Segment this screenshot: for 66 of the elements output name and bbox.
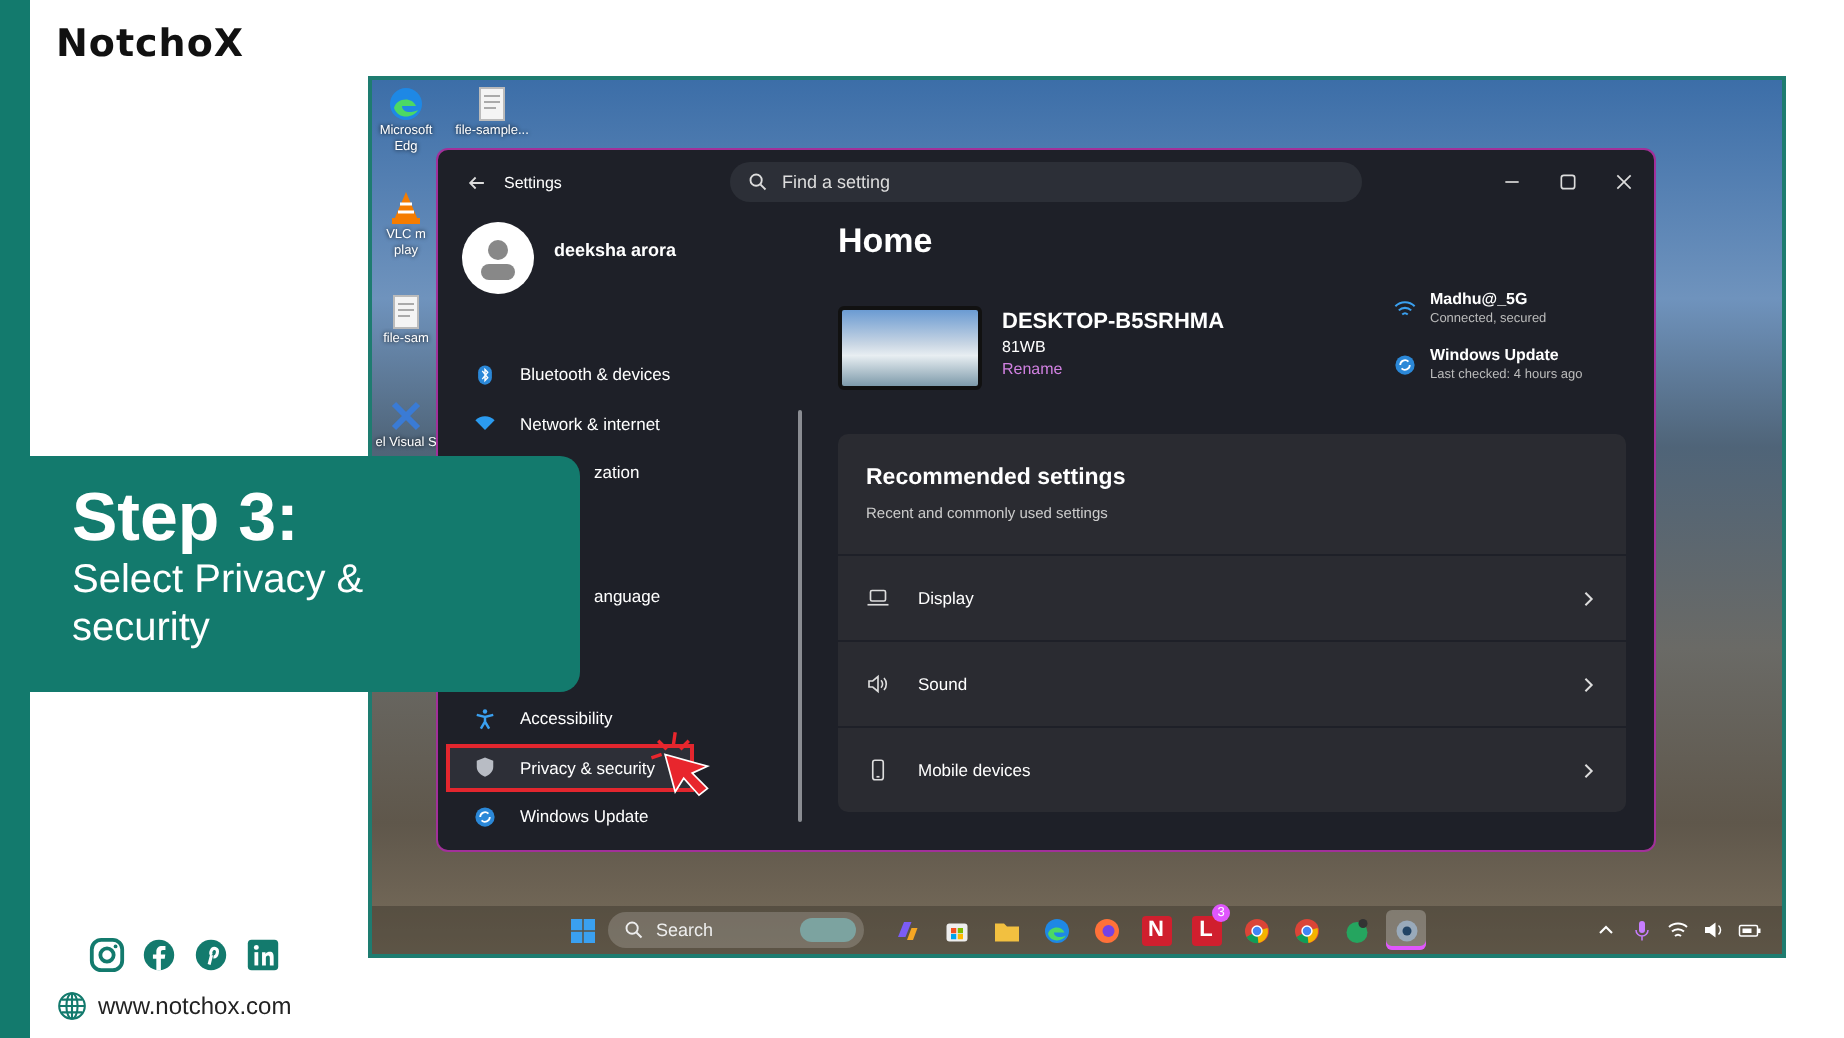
linkedin-icon[interactable]: [244, 936, 282, 974]
shield-icon: [474, 756, 496, 779]
chevron-right-icon: [1580, 589, 1598, 607]
person-icon: [474, 707, 496, 730]
status-title: Windows Update: [1430, 346, 1561, 364]
laptop-icon: [866, 586, 890, 610]
facebook-icon[interactable]: [140, 936, 178, 974]
taskbar-app[interactable]: [1386, 910, 1426, 950]
nav-item[interactable]: Accessibility: [446, 694, 694, 743]
search-field[interactable]: Find a setting: [730, 162, 1362, 202]
app-icon: [1091, 915, 1121, 945]
nav-item[interactable]: zation: [590, 448, 694, 497]
settings-row[interactable]: Display: [838, 556, 1626, 642]
settings-row[interactable]: Mobile devices: [838, 728, 1626, 812]
status-title: Madhu@_5G: [1430, 290, 1530, 308]
phone-icon: [866, 758, 890, 782]
scrollbar[interactable]: [798, 410, 802, 822]
sync-icon: [474, 805, 496, 828]
app-icon: [1041, 915, 1071, 945]
instagram-icon[interactable]: [88, 936, 126, 974]
sync-icon: [1394, 354, 1416, 376]
window-title: Settings: [504, 173, 562, 191]
avatar-icon: [462, 222, 534, 294]
photo-placeholder: [838, 306, 982, 390]
nav-item[interactable]: Network & internet: [446, 399, 694, 448]
website-link[interactable]: www.notchox.com: [98, 992, 292, 1020]
search-highlight-image: [800, 918, 856, 942]
taskbar-search[interactable]: Search: [608, 912, 864, 948]
back-arrow-icon[interactable]: [466, 171, 488, 193]
pinterest-icon[interactable]: [192, 936, 230, 974]
start-icon[interactable]: [568, 915, 598, 945]
globe-icon: [56, 990, 88, 1022]
nav-item[interactable]: anguage: [590, 571, 694, 620]
device-model: 81WB: [1002, 338, 1048, 356]
app-icon: [1291, 915, 1321, 945]
card-title: Recommended settings: [866, 466, 1128, 490]
settings-row[interactable]: Sound: [838, 642, 1626, 728]
wifi-icon: [474, 412, 496, 435]
browser-icon[interactable]: [386, 84, 426, 124]
step-title: Step 3:: [72, 480, 301, 556]
nav-item[interactable]: Privacy & security: [446, 743, 694, 792]
bluetooth-icon: [474, 363, 496, 386]
nav-item[interactable]: Bluetooth & devices: [446, 350, 694, 399]
traffic-cone-icon[interactable]: [386, 188, 426, 228]
page-heading: Home: [838, 222, 935, 262]
wifi-icon[interactable]: [1666, 918, 1690, 942]
nav-item[interactable]: Windows Update: [446, 792, 694, 841]
close-icon[interactable]: [1614, 172, 1634, 192]
microphone-icon[interactable]: [1630, 918, 1654, 942]
user-name: deeksha arora: [554, 240, 677, 260]
app-icon: [1341, 915, 1371, 945]
rename-link[interactable]: Rename: [1002, 360, 1225, 378]
taskbar-app[interactable]: N: [1136, 910, 1176, 950]
volume-icon[interactable]: [1702, 918, 1726, 942]
search-icon: [748, 172, 768, 192]
chevron-right-icon: [1580, 675, 1598, 693]
device-name: DESKTOP-B5SRHMA: [1002, 310, 1225, 334]
maximize-icon[interactable]: [1558, 172, 1578, 192]
search-icon: [624, 920, 644, 940]
speaker-icon: [866, 672, 890, 696]
logo: NotchoX: [56, 22, 245, 66]
chevron-right-icon: [1580, 761, 1598, 779]
wifi-icon: [1394, 298, 1416, 320]
app-icon: [1391, 915, 1421, 945]
app-icon: [1241, 915, 1271, 945]
step-description: Select Privacy & security: [72, 556, 366, 652]
